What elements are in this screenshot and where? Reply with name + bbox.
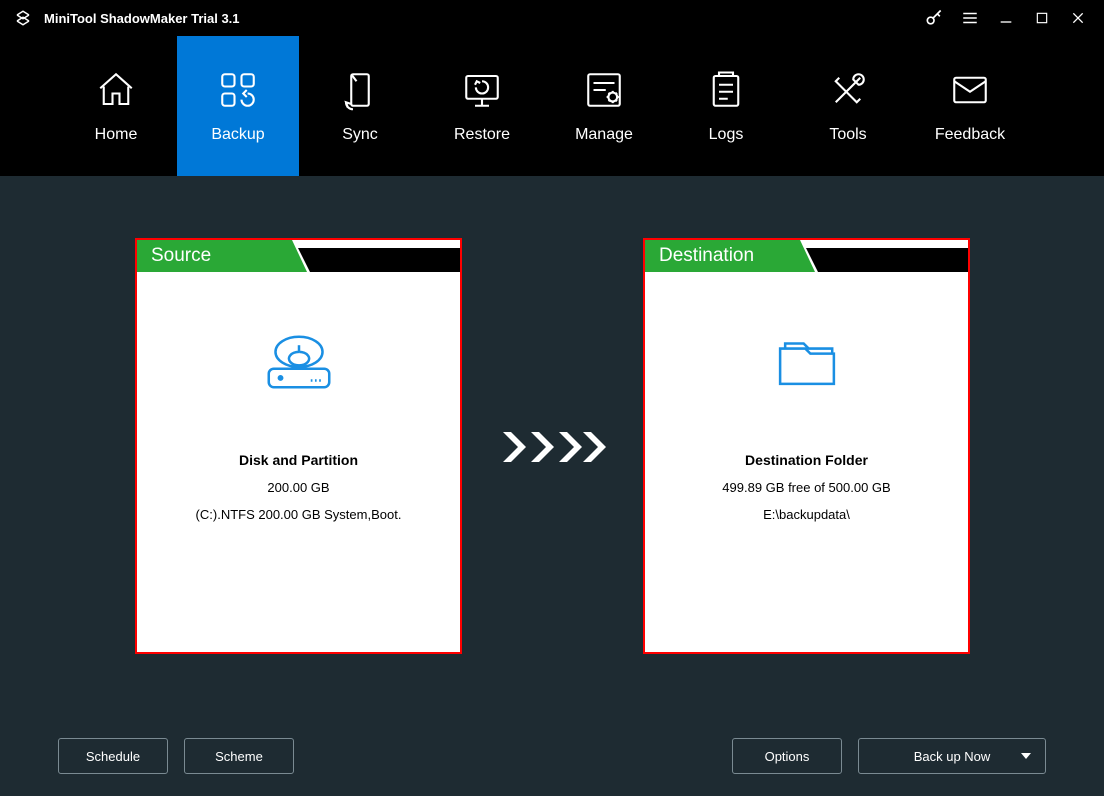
destination-card-header: Destination (645, 240, 968, 280)
logs-icon (705, 68, 747, 112)
home-icon (95, 68, 137, 112)
tab-tools[interactable]: Tools (787, 36, 909, 176)
chevron-down-icon (1021, 753, 1031, 759)
tab-manage[interactable]: Manage (543, 36, 665, 176)
restore-icon (461, 68, 503, 112)
tab-label: Manage (575, 126, 633, 144)
destination-header-label: Destination (645, 240, 815, 272)
app-logo-icon (14, 9, 32, 27)
source-title: Disk and Partition (137, 452, 460, 468)
destination-size: 499.89 GB free of 500.00 GB (645, 480, 968, 495)
source-card-header: Source (137, 240, 460, 280)
key-icon[interactable] (916, 0, 952, 36)
tab-label: Tools (829, 126, 866, 144)
source-header-label: Source (137, 240, 307, 272)
backup-now-label: Back up Now (914, 749, 991, 764)
backup-now-button[interactable]: Back up Now (858, 738, 1046, 774)
tab-label: Restore (454, 126, 510, 144)
tab-sync[interactable]: Sync (299, 36, 421, 176)
tab-label: Home (95, 126, 138, 144)
backup-icon (217, 68, 259, 112)
folder-icon (645, 320, 968, 404)
tab-label: Sync (342, 126, 378, 144)
feedback-icon (949, 68, 991, 112)
destination-title: Destination Folder (645, 452, 968, 468)
scheme-button[interactable]: Scheme (184, 738, 294, 774)
bottom-toolbar: Schedule Scheme Options Back up Now (0, 738, 1104, 774)
tab-backup[interactable]: Backup (177, 36, 299, 176)
content-area: Source Disk and Partition 200.00 GB (C:)… (0, 176, 1104, 686)
header-bar (298, 248, 460, 272)
header-bar (806, 248, 968, 272)
main-nav: Home Backup Sync Restore Manage (0, 36, 1104, 176)
source-card[interactable]: Source Disk and Partition 200.00 GB (C:)… (135, 238, 462, 654)
schedule-button[interactable]: Schedule (58, 738, 168, 774)
destination-path: E:\backupdata\ (645, 507, 968, 522)
app-title: MiniTool ShadowMaker Trial 3.1 (44, 11, 916, 26)
maximize-button[interactable] (1024, 0, 1060, 36)
tab-label: Logs (709, 126, 744, 144)
titlebar: MiniTool ShadowMaker Trial 3.1 (0, 0, 1104, 36)
minimize-button[interactable] (988, 0, 1024, 36)
menu-icon[interactable] (952, 0, 988, 36)
tab-home[interactable]: Home (55, 36, 177, 176)
tab-logs[interactable]: Logs (665, 36, 787, 176)
source-detail: (C:).NTFS 200.00 GB System,Boot. (137, 507, 460, 522)
tab-label: Feedback (935, 126, 1005, 144)
tools-icon (827, 68, 869, 112)
manage-icon (583, 68, 625, 112)
close-button[interactable] (1060, 0, 1096, 36)
arrow-icon (493, 427, 613, 467)
options-button[interactable]: Options (732, 738, 842, 774)
sync-icon (339, 68, 381, 112)
source-size: 200.00 GB (137, 480, 460, 495)
tab-restore[interactable]: Restore (421, 36, 543, 176)
disk-icon (137, 320, 460, 404)
tab-label: Backup (211, 126, 264, 144)
tab-feedback[interactable]: Feedback (909, 36, 1031, 176)
destination-card[interactable]: Destination Destination Folder 499.89 GB… (643, 238, 970, 654)
